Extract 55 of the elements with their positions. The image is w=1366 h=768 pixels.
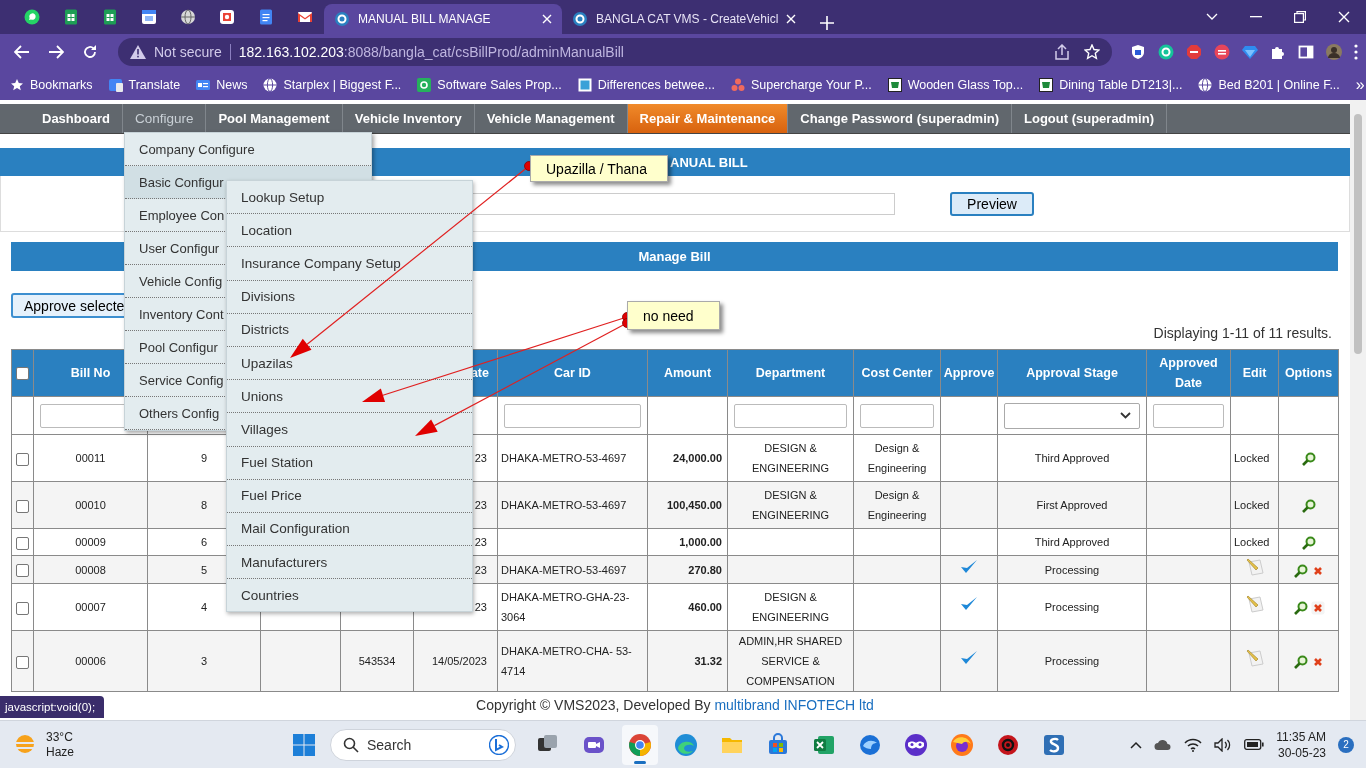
table-cell: 543534 xyxy=(340,630,414,692)
table-cell: 3 xyxy=(147,630,261,692)
table-cell: 100,450.00 xyxy=(647,481,728,529)
column-header: Car ID xyxy=(497,349,648,397)
table-cell: DHAKA-METRO-53-4697 xyxy=(497,555,648,584)
table-cell: Locked xyxy=(1230,528,1279,556)
table-cell: 00009 xyxy=(33,528,148,556)
table-cell: DESIGN & ENGINEERING xyxy=(727,434,854,482)
table-cell: DESIGN & ENGINEERING xyxy=(727,583,854,631)
column-header: Approval Stage xyxy=(997,349,1147,397)
time-text: 11:35 AM xyxy=(1276,728,1326,745)
table-cell: DHAKA-METRO-53-4697 xyxy=(497,481,648,529)
table-cell: 460.00 xyxy=(647,583,728,631)
table-cell: 24,000.00 xyxy=(647,434,728,482)
table-cell: Processing xyxy=(997,630,1147,692)
table-cell: 1,000.00 xyxy=(647,528,728,556)
status-url: javascript:void(0); xyxy=(0,696,104,718)
weather-condition: Haze xyxy=(46,744,74,760)
table-cell: DHAKA-METRO-CHA- 53-4714 xyxy=(497,630,648,692)
table-cell: ADMIN,HR SHARED SERVICE & COMPENSATION xyxy=(727,630,854,692)
table-cell: 14/05/2023 xyxy=(413,630,498,692)
column-header: Approved Date xyxy=(1146,349,1231,397)
column-header: Cost Center xyxy=(853,349,941,397)
callout-note: no need xyxy=(627,301,720,330)
table-cell: Design & Engineering xyxy=(853,481,941,529)
table-cell: Locked xyxy=(1230,434,1279,482)
table-cell: Third Approved xyxy=(997,434,1147,482)
temperature: 33°C xyxy=(46,729,74,745)
table-cell: 00006 xyxy=(33,630,148,692)
table-cell: Design & Engineering xyxy=(853,434,941,482)
table-cell: First Approved xyxy=(997,481,1147,529)
footer-text: Copyright © VMS2023, Developed By multibrand INFOTECH ltd xyxy=(476,697,874,713)
url-text: 182.163.102.203:8088/bangla_cat/csBillProd/adminManualBill xyxy=(238,44,624,60)
table-cell: Processing xyxy=(997,583,1147,631)
security-label: Not secure xyxy=(154,44,222,60)
column-header: Amount xyxy=(647,349,728,397)
table-cell: 31.32 xyxy=(647,630,728,692)
table-cell: DHAKA-METRO-53-4697 xyxy=(497,434,648,482)
callout-note: Upazilla / Thana xyxy=(530,155,668,182)
table-cell: 00007 xyxy=(33,583,148,631)
column-header: Edit xyxy=(1230,349,1279,397)
table-cell: 00010 xyxy=(33,481,148,529)
results-summary: Displaying 1-11 of 11 results. xyxy=(1153,325,1332,341)
table-cell: 00008 xyxy=(33,555,148,584)
table-cell: DHAKA-METRO-GHA-23-3064 xyxy=(497,583,648,631)
column-header: Approve xyxy=(940,349,998,397)
column-header: Options xyxy=(1278,349,1339,397)
table-cell: Third Approved xyxy=(997,528,1147,556)
table-cell: Processing xyxy=(997,555,1147,584)
table-cell: 00011 xyxy=(33,434,148,482)
date-text: 30-05-23 xyxy=(1277,744,1326,761)
table-cell: DESIGN & ENGINEERING xyxy=(727,481,854,529)
table-cell: 270.80 xyxy=(647,555,728,584)
table-cell: Locked xyxy=(1230,481,1279,529)
column-header: Department xyxy=(727,349,854,397)
